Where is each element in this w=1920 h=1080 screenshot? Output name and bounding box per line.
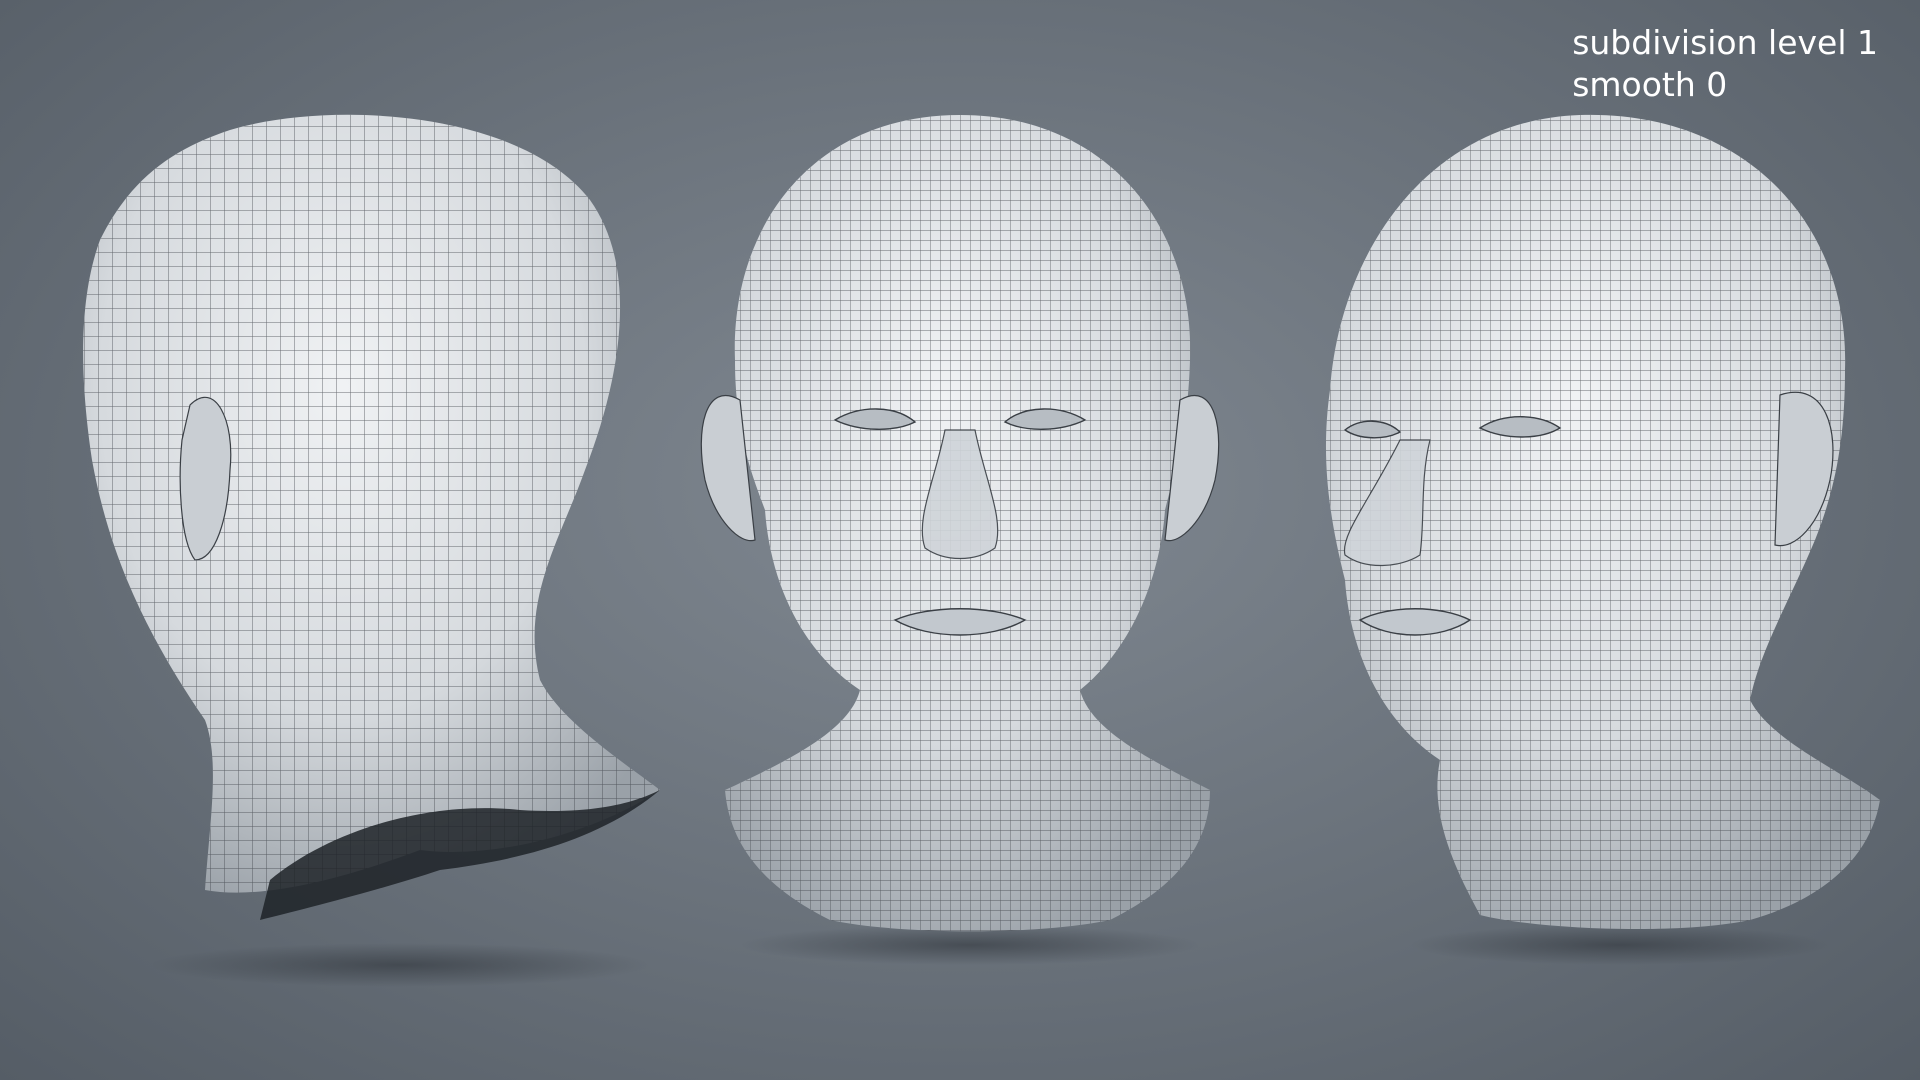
ground-shadow-right	[1410, 925, 1830, 965]
subdivision-level-label: subdivision level 1	[1572, 23, 1878, 62]
render-info-overlay: subdivision level 1 smooth 0	[1572, 22, 1878, 106]
head-front-view	[700, 115, 1220, 932]
head-three-quarter-view	[1325, 114, 1880, 930]
smooth-label: smooth 0	[1572, 65, 1728, 104]
ground-shadow-left	[150, 943, 650, 987]
head-back-view	[83, 114, 661, 920]
render-viewport	[83, 114, 1880, 987]
ear-right-head	[1774, 391, 1834, 547]
